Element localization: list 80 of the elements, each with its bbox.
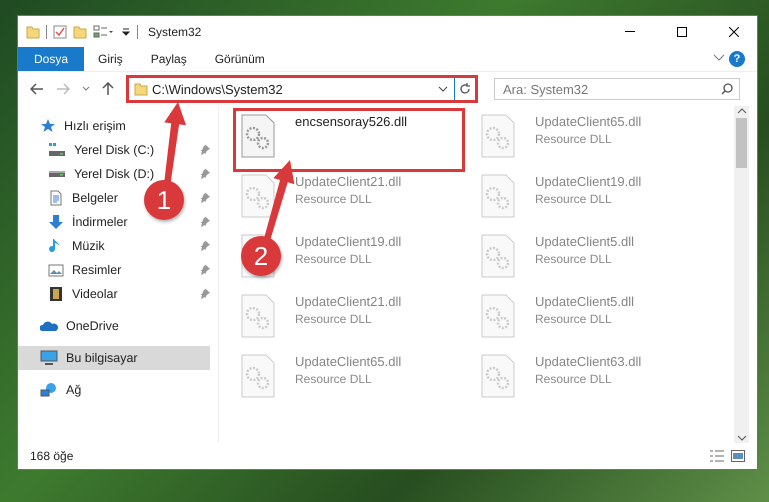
file-name[interactable]: UpdateClient65.dll (295, 354, 402, 369)
file-gear-icon (241, 174, 275, 218)
details-view-icon[interactable] (709, 450, 725, 462)
minimize-icon (625, 31, 635, 32)
file-type: Resource DLL (535, 312, 613, 326)
drive-icon (48, 142, 66, 158)
file-name[interactable]: UpdateClient19.dll (535, 174, 642, 189)
ribbon-tab[interactable]: Giriş (84, 47, 137, 71)
sidebar-item[interactable]: İndirmeler (72, 215, 128, 229)
dropdown-icon[interactable] (121, 26, 131, 36)
properties-icon[interactable] (53, 24, 67, 38)
drive-icon (48, 170, 66, 178)
ribbon-tab[interactable]: Görünüm (200, 47, 279, 71)
cloud-icon (40, 319, 58, 333)
download-arrow-icon (48, 214, 64, 230)
file-gear-icon (481, 294, 515, 338)
help-button[interactable]: ? (729, 51, 745, 67)
file-name[interactable]: encsensoray526.dll (295, 114, 408, 129)
sidebar-item[interactable]: Müzik (72, 239, 105, 253)
ribbon-tab[interactable]: Paylaş (136, 47, 201, 71)
ribbon-tab[interactable]: Dosya (18, 47, 84, 71)
back-arrow-icon (30, 83, 44, 95)
file-name[interactable]: UpdateClient19.dll (295, 234, 402, 249)
file-name[interactable]: UpdateClient63.dll (535, 354, 642, 369)
file-type: Resource DLL (535, 252, 613, 266)
sidebar-item[interactable]: Videolar (72, 287, 118, 301)
window-title: System32 (148, 24, 202, 38)
file-gear-icon (241, 354, 275, 398)
sidebar-item[interactable]: Resimler (72, 263, 122, 277)
close-icon (729, 26, 739, 36)
file-gear-icon (241, 294, 275, 338)
file-type: Resource DLL (295, 252, 373, 266)
file-gear-icon (481, 234, 515, 278)
folder-icon (134, 82, 148, 96)
sidebar-item[interactable]: OneDrive (66, 319, 119, 333)
thumbnail-view-icon[interactable] (731, 450, 745, 462)
folder-icon (26, 24, 40, 38)
refresh-icon (459, 83, 471, 95)
scroll-up-icon[interactable] (736, 106, 746, 116)
file-name[interactable]: UpdateClient21.dll (295, 294, 402, 309)
maximize-icon (677, 26, 687, 36)
file-name[interactable]: UpdateClient21.dll (295, 174, 402, 189)
sidebar-item[interactable]: Yerel Disk (C:) (74, 143, 154, 157)
scroll-thumb[interactable] (736, 118, 747, 168)
file-name[interactable]: UpdateClient65.dll (535, 114, 642, 129)
up-arrow-icon (102, 82, 114, 96)
file-type: Resource DLL (535, 132, 613, 146)
item-count: 168 öğe (30, 449, 74, 463)
sidebar-item[interactable]: Hızlı erişim (64, 119, 126, 133)
monitor-icon (40, 350, 58, 366)
file-gear-icon (481, 354, 515, 398)
sidebar-item[interactable]: Yerel Disk (D:) (74, 167, 154, 181)
chevron-down-icon[interactable] (713, 54, 725, 62)
file-type: Resource DLL (295, 372, 373, 386)
address-bar[interactable]: C:\Windows\System32 (126, 75, 478, 103)
search-box[interactable]: Ara: System32 (494, 78, 740, 100)
file-gear-icon (241, 114, 275, 158)
chevron-down-icon (82, 86, 90, 92)
network-icon (40, 382, 58, 398)
star-icon (40, 118, 56, 134)
file-type: Resource DLL (295, 192, 373, 206)
sidebar-item[interactable]: Ağ (66, 383, 82, 397)
film-icon (48, 286, 64, 302)
search-icon (721, 83, 733, 95)
file-name[interactable]: UpdateClient5.dll (535, 294, 634, 309)
scrollbar[interactable] (734, 106, 749, 443)
sidebar-item[interactable]: Belgeler (72, 191, 118, 205)
view-list-icon[interactable] (93, 24, 115, 38)
file-type: Resource DLL (535, 372, 613, 386)
file-name[interactable]: UpdateClient5.dll (535, 234, 634, 249)
file-type: Resource DLL (295, 312, 373, 326)
file-gear-icon (481, 174, 515, 218)
address-field[interactable]: C:\Windows\System32 (148, 82, 438, 96)
file-type: Resource DLL (535, 192, 613, 206)
picture-icon (48, 262, 64, 278)
file-gear-icon (481, 114, 515, 158)
scroll-down-icon[interactable] (736, 433, 746, 443)
forward-arrow-icon (56, 83, 70, 95)
chevron-down-icon[interactable] (438, 86, 448, 92)
document-icon (48, 190, 64, 206)
